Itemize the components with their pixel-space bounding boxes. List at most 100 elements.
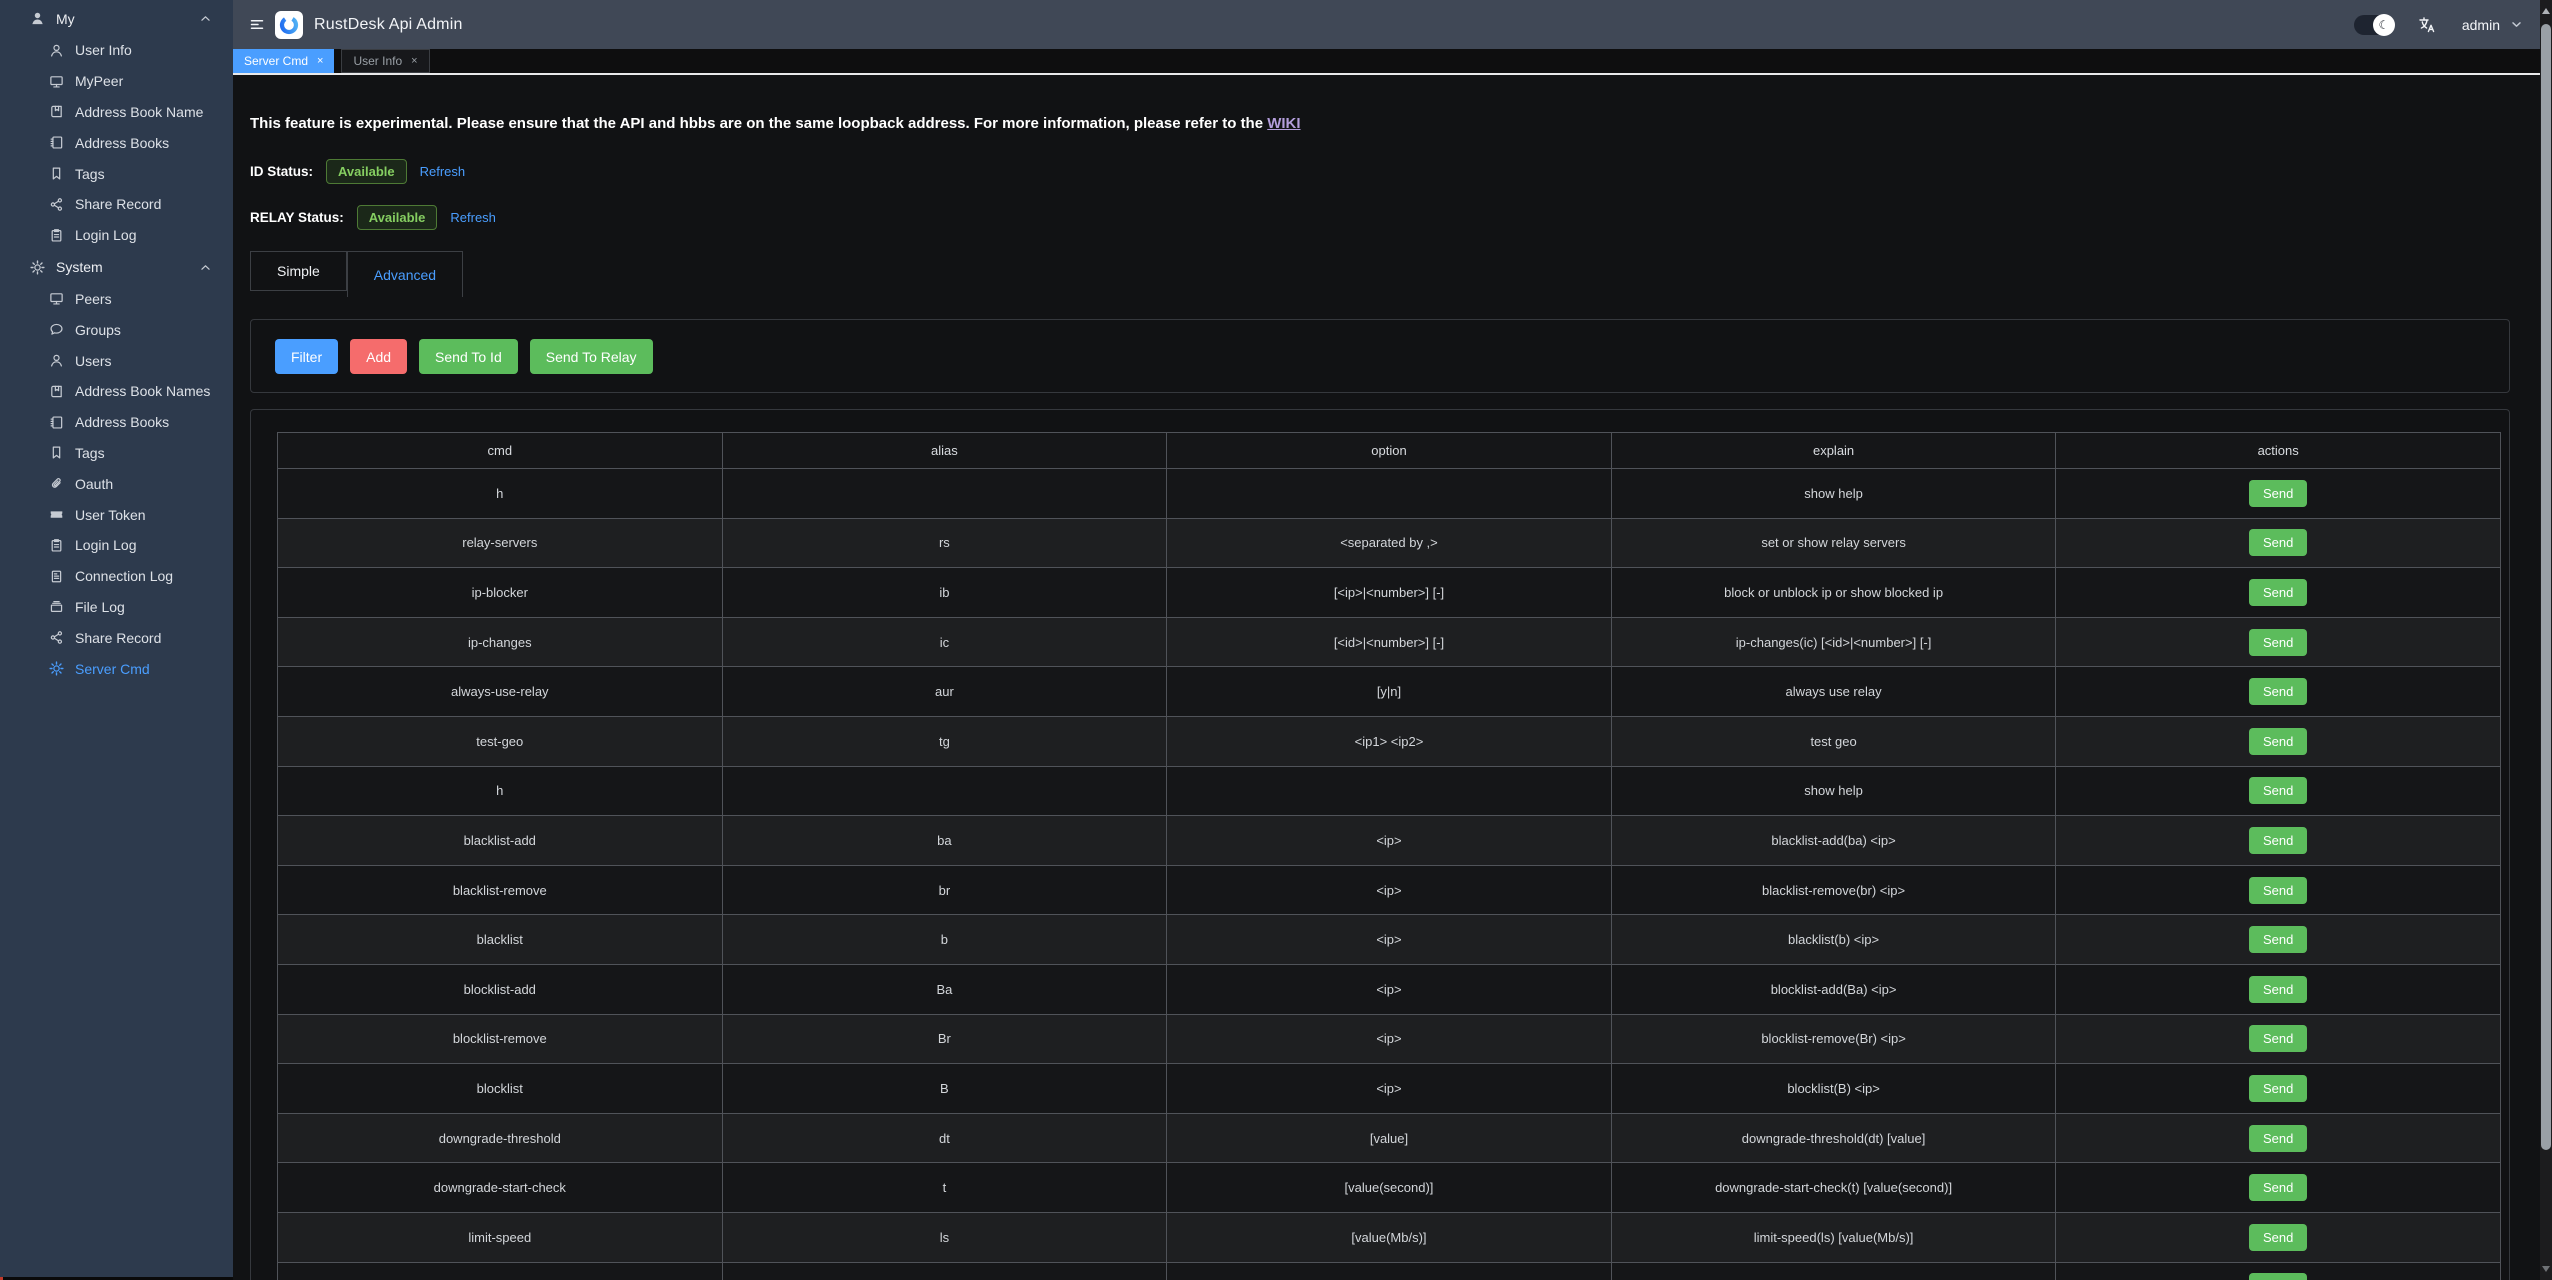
send-button[interactable]: Send (2249, 1025, 2307, 1052)
send-button[interactable]: Send (2249, 1174, 2307, 1201)
send-button[interactable]: Send (2249, 877, 2307, 904)
cell-actions: Send (2056, 1212, 2501, 1262)
cell-option: <ip> (1167, 1064, 1612, 1114)
sidebar-item-tags[interactable]: Tags (0, 158, 233, 189)
sidebar-item-users[interactable]: Users (0, 345, 233, 376)
sidebar-item-address-books[interactable]: Address Books (0, 407, 233, 438)
add-button[interactable]: Add (350, 339, 407, 374)
sidebar-item-tags[interactable]: Tags (0, 438, 233, 469)
sidebar-item-connection-log[interactable]: Connection Log (0, 561, 233, 592)
user-menu[interactable]: admin (2462, 17, 2524, 33)
book-icon (48, 104, 64, 120)
send-button[interactable]: Send (2249, 480, 2307, 507)
sidebar-item-oauth[interactable]: Oauth (0, 468, 233, 499)
wiki-link[interactable]: WIKI (1267, 115, 1300, 132)
sidebar-collapse-icon[interactable] (249, 17, 265, 33)
sidebar-item-address-book-name[interactable]: Address Book Name (0, 97, 233, 128)
sidebar-item-login-log[interactable]: Login Log (0, 220, 233, 251)
cell-actions: Send (2056, 816, 2501, 866)
sidebar-item-address-book-names[interactable]: Address Book Names (0, 376, 233, 407)
close-icon[interactable]: × (411, 55, 417, 67)
send-to-id-button[interactable]: Send To Id (419, 339, 518, 374)
paperclip-icon (48, 476, 64, 492)
cell-alias: tb (722, 1262, 1167, 1280)
cell-option: <ip> (1167, 964, 1612, 1014)
sidebar-item-file-log[interactable]: File Log (0, 592, 233, 623)
table-panel: cmdaliasoptionexplainactionshshow helpSe… (250, 409, 2510, 1280)
cell-alias: ba (722, 816, 1167, 866)
sidebar-item-user-info[interactable]: User Info (0, 35, 233, 66)
send-button[interactable]: Send (2249, 976, 2307, 1003)
top-header: RustDesk Api Admin ☾ admin (233, 0, 2540, 49)
cell-cmd: blacklist (278, 915, 723, 965)
refresh-link[interactable]: Refresh (420, 164, 466, 179)
column-header-option: option (1167, 433, 1612, 469)
send-button[interactable]: Send (2249, 1125, 2307, 1152)
window-tab-label: Server Cmd (244, 54, 308, 68)
scrollbar-down-arrow[interactable] (2542, 1266, 2550, 1272)
window-tab-server-cmd[interactable]: Server Cmd × (233, 49, 334, 73)
sidebar-item-mypeer[interactable]: MyPeer (0, 66, 233, 97)
send-button[interactable]: Send (2249, 529, 2307, 556)
cell-option: <ip> (1167, 865, 1612, 915)
cell-alias: ib (722, 568, 1167, 618)
sidebar-item-label: Tags (75, 445, 105, 461)
mode-tabs: SimpleAdvanced (250, 251, 463, 297)
sidebar-section-system[interactable]: System (0, 251, 233, 284)
send-button[interactable]: Send (2249, 777, 2307, 804)
theme-toggle[interactable]: ☾ (2354, 15, 2394, 35)
close-icon[interactable]: × (317, 55, 323, 67)
send-button[interactable]: Send (2249, 1273, 2307, 1280)
table-row: test-geotg<ip1> <ip2>test geoSend (278, 716, 2501, 766)
sidebar-item-groups[interactable]: Groups (0, 314, 233, 345)
sidebar-item-server-cmd[interactable]: Server Cmd (0, 653, 233, 684)
refresh-link[interactable]: Refresh (450, 210, 496, 225)
send-button[interactable]: Send (2249, 678, 2307, 705)
filter-button[interactable]: Filter (275, 339, 338, 374)
user-icon (48, 42, 64, 58)
tab-simple[interactable]: Simple (250, 251, 347, 291)
cell-cmd: blocklist (278, 1064, 723, 1114)
scrollbar-thumb[interactable] (2541, 24, 2551, 1150)
send-button[interactable]: Send (2249, 629, 2307, 656)
toolbar-panel: Filter Add Send To Id Send To Relay (250, 319, 2510, 393)
cell-cmd: blacklist-remove (278, 865, 723, 915)
send-button[interactable]: Send (2249, 728, 2307, 755)
sidebar-item-label: Peers (75, 291, 112, 307)
sidebar-item-user-token[interactable]: User Token (0, 499, 233, 530)
experimental-notice: This feature is experimental. Please ens… (250, 115, 1301, 132)
send-button[interactable]: Send (2249, 1075, 2307, 1102)
moon-icon: ☾ (2378, 19, 2389, 31)
translate-icon[interactable] (2416, 14, 2438, 36)
sidebar-item-label: Address Books (75, 414, 169, 430)
send-button[interactable]: Send (2249, 926, 2307, 953)
sidebar-item-share-record[interactable]: Share Record (0, 189, 233, 220)
send-button[interactable]: Send (2249, 579, 2307, 606)
send-button[interactable]: Send (2249, 1224, 2307, 1251)
cell-actions: Send (2056, 1262, 2501, 1280)
table-row: always-use-relayaur[y|n]always use relay… (278, 667, 2501, 717)
sidebar-item-label: Address Book Name (75, 104, 203, 120)
command-table: cmdaliasoptionexplainactionshshow helpSe… (277, 432, 2501, 1280)
send-to-relay-button[interactable]: Send To Relay (530, 339, 653, 374)
cell-actions: Send (2056, 1064, 2501, 1114)
sidebar-item-peers[interactable]: Peers (0, 284, 233, 315)
sidebar-item-share-record[interactable]: Share Record (0, 622, 233, 653)
sidebar-section-my[interactable]: My (0, 2, 233, 35)
chat-icon (48, 322, 64, 338)
window-tab-label: User Info (353, 54, 402, 68)
user-filled-icon (29, 11, 45, 27)
scrollbar-up-arrow[interactable] (2542, 8, 2550, 14)
chevron-up-icon (197, 11, 213, 27)
window-tab-user-info[interactable]: User Info × (341, 49, 429, 73)
cell-option: [y|n] (1167, 667, 1612, 717)
sidebar-item-login-log[interactable]: Login Log (0, 530, 233, 561)
sidebar-item-address-books[interactable]: Address Books (0, 127, 233, 158)
cell-explain: show help (1611, 469, 2056, 519)
page-scrollbar[interactable] (2540, 0, 2552, 1280)
send-button[interactable]: Send (2249, 827, 2307, 854)
cell-alias: b (722, 915, 1167, 965)
tab-advanced[interactable]: Advanced (347, 251, 463, 297)
sidebar-section-label: System (56, 259, 103, 275)
status-row-relay-status: RELAY Status:AvailableRefresh (250, 205, 496, 230)
